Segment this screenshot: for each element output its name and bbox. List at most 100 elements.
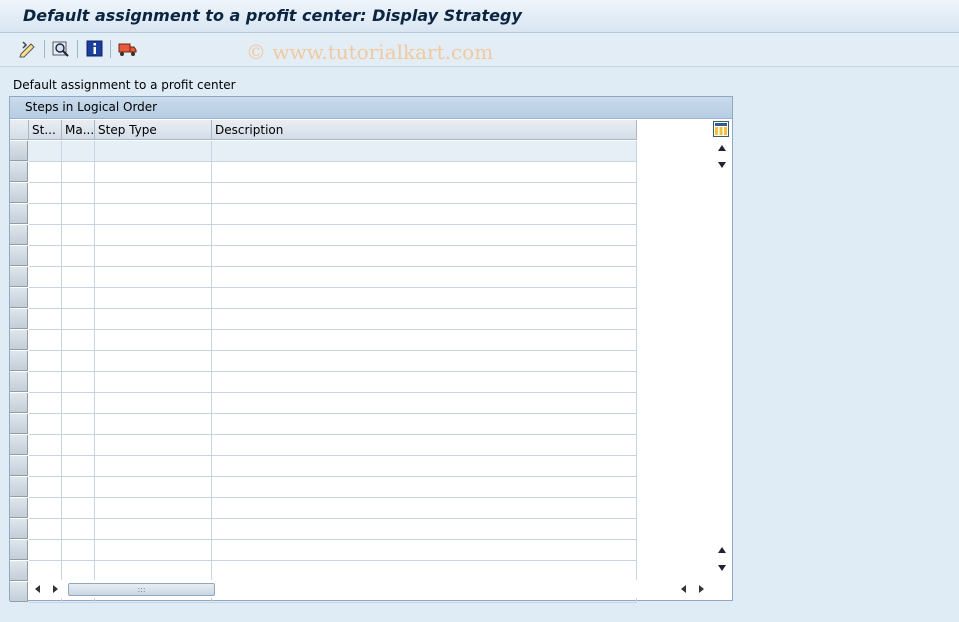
table-cell[interactable] (29, 162, 62, 183)
table-row[interactable] (10, 267, 637, 288)
table-row[interactable] (10, 435, 637, 456)
table-row[interactable] (10, 498, 637, 519)
table-cell[interactable] (29, 246, 62, 267)
table-row[interactable] (10, 540, 637, 561)
table-row[interactable] (10, 162, 637, 183)
table-cell[interactable] (212, 267, 637, 288)
table-row[interactable] (10, 519, 637, 540)
table-cell[interactable] (29, 225, 62, 246)
table-cell[interactable] (212, 204, 637, 225)
table-cell[interactable] (95, 561, 212, 582)
scroll-left-icon[interactable] (35, 585, 40, 593)
table-cell[interactable] (95, 204, 212, 225)
table-row[interactable] (10, 372, 637, 393)
table-row[interactable] (10, 288, 637, 309)
scroll-up-icon[interactable] (718, 145, 726, 151)
row-selector[interactable] (10, 414, 28, 434)
table-cell[interactable] (62, 183, 95, 204)
table-cell[interactable] (212, 561, 637, 582)
row-selector[interactable] (10, 288, 28, 308)
table-row[interactable] (10, 309, 637, 330)
row-selector[interactable] (10, 561, 28, 581)
table-cell[interactable] (212, 351, 637, 372)
table-row[interactable] (10, 183, 637, 204)
table-cell[interactable] (29, 540, 62, 561)
table-cell[interactable] (62, 414, 95, 435)
table-cell[interactable] (95, 477, 212, 498)
row-selector[interactable] (10, 456, 28, 476)
table-cell[interactable] (95, 393, 212, 414)
page-up-icon[interactable] (718, 547, 726, 553)
table-row[interactable] (10, 456, 637, 477)
table-cell[interactable] (62, 267, 95, 288)
row-selector[interactable] (10, 435, 28, 455)
table-cell[interactable] (212, 498, 637, 519)
row-selector[interactable] (10, 330, 28, 350)
table-cell[interactable] (62, 519, 95, 540)
table-row[interactable] (10, 414, 637, 435)
row-selector[interactable] (10, 246, 28, 266)
table-cell[interactable] (29, 393, 62, 414)
row-selector[interactable] (10, 372, 28, 392)
table-cell[interactable] (95, 309, 212, 330)
table-cell[interactable] (29, 267, 62, 288)
table-cell[interactable] (29, 519, 62, 540)
table-cell[interactable] (29, 414, 62, 435)
table-cell[interactable] (212, 225, 637, 246)
row-selector[interactable] (10, 540, 28, 560)
row-selector[interactable] (10, 225, 28, 245)
row-selector[interactable] (10, 204, 28, 224)
table-cell[interactable] (29, 141, 62, 162)
table-cell[interactable] (29, 309, 62, 330)
row-selector[interactable] (10, 582, 28, 602)
table-cell[interactable] (95, 183, 212, 204)
table-cell[interactable] (212, 372, 637, 393)
row-selector[interactable] (10, 183, 28, 203)
table-cell[interactable] (62, 162, 95, 183)
table-cell[interactable] (62, 540, 95, 561)
table-cell[interactable] (95, 225, 212, 246)
column-header-mandatory[interactable]: Ma... (62, 120, 95, 140)
table-cell[interactable] (212, 456, 637, 477)
table-cell[interactable] (62, 330, 95, 351)
table-cell[interactable] (62, 456, 95, 477)
table-cell[interactable] (95, 372, 212, 393)
table-row[interactable] (10, 330, 637, 351)
table-row[interactable] (10, 393, 637, 414)
select-all-header[interactable] (10, 120, 29, 140)
table-cell[interactable] (95, 498, 212, 519)
table-cell[interactable] (62, 246, 95, 267)
table-cell[interactable] (62, 372, 95, 393)
column-header-step[interactable]: St... (29, 120, 62, 140)
table-cell[interactable] (62, 498, 95, 519)
table-cell[interactable] (212, 435, 637, 456)
table-cell[interactable] (62, 225, 95, 246)
table-row[interactable] (10, 225, 637, 246)
table-cell[interactable] (212, 183, 637, 204)
table-cell[interactable] (95, 288, 212, 309)
row-selector[interactable] (10, 267, 28, 287)
table-cell[interactable] (62, 204, 95, 225)
table-cell[interactable] (95, 435, 212, 456)
row-selector[interactable] (10, 519, 28, 539)
scroll-right-icon[interactable] (53, 585, 58, 593)
table-cell[interactable] (95, 351, 212, 372)
table-cell[interactable] (62, 561, 95, 582)
vertical-scrollbar[interactable] (714, 141, 731, 581)
table-cell[interactable] (29, 561, 62, 582)
table-cell[interactable] (29, 498, 62, 519)
table-cell[interactable] (29, 204, 62, 225)
table-cell[interactable] (62, 288, 95, 309)
table-row[interactable] (10, 204, 637, 225)
table-cell[interactable] (29, 330, 62, 351)
table-cell[interactable] (95, 414, 212, 435)
table-cell[interactable] (62, 351, 95, 372)
scroll-down-icon[interactable] (718, 565, 726, 571)
table-cell[interactable] (212, 414, 637, 435)
table-cell[interactable] (95, 141, 212, 162)
row-selector[interactable] (10, 162, 28, 182)
table-cell[interactable] (29, 288, 62, 309)
info-icon[interactable] (84, 39, 106, 59)
row-selector[interactable] (10, 351, 28, 371)
column-header-step-type[interactable]: Step Type (95, 120, 212, 140)
